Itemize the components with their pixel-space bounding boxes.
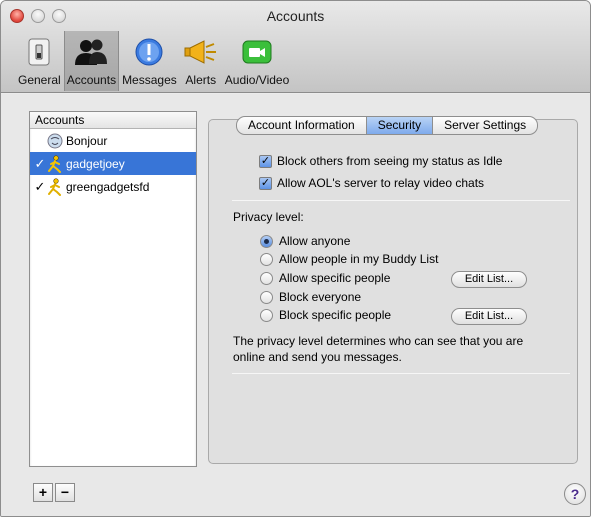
- account-name: Bonjour: [66, 133, 108, 148]
- block-idle-label: Block others from seeing my status as Id…: [277, 154, 503, 168]
- toolbar-general-label: General: [18, 73, 61, 87]
- privacy-note-line1: The privacy level determines who can see…: [233, 334, 524, 348]
- content-area: Accounts Bonjour ✓ gadgetjoey ✓ greengad…: [1, 94, 590, 516]
- account-row-gadgetjoey[interactable]: ✓ gadgetjoey: [30, 152, 196, 175]
- preferences-toolbar: General Accounts Messages Alerts Audio/V…: [15, 31, 292, 91]
- privacy-option-allow-specific[interactable]: Allow specific people: [260, 271, 390, 285]
- privacy-note-line2: online and send you messages.: [233, 350, 402, 364]
- radio-button[interactable]: [260, 271, 273, 285]
- titlebar: Accounts General Accounts Messages Alert…: [1, 1, 590, 93]
- privacy-option-block-everyone[interactable]: Block everyone: [260, 290, 361, 304]
- account-name: greengadgetsfd: [66, 179, 150, 194]
- accounts-list-header: Accounts: [30, 112, 196, 129]
- people-icon: [73, 35, 109, 69]
- toolbar-alerts-label: Alerts: [185, 73, 217, 87]
- edit-block-list-button[interactable]: Edit List...: [451, 308, 527, 325]
- toolbar-messages[interactable]: Messages: [119, 31, 180, 91]
- add-account-button[interactable]: +: [33, 483, 53, 502]
- account-row-greengadgetsfd[interactable]: ✓ greengadgetsfd: [30, 175, 196, 198]
- radio-button[interactable]: [260, 252, 273, 266]
- video-camera-icon: [239, 35, 275, 69]
- message-icon: [131, 35, 167, 69]
- privacy-option-label: Allow anyone: [279, 234, 351, 248]
- edit-allow-list-button[interactable]: Edit List...: [451, 271, 527, 288]
- accounts-window: Accounts General Accounts Messages Alert…: [0, 0, 591, 517]
- block-idle-checkbox[interactable]: ✓: [259, 154, 272, 168]
- toolbar-general[interactable]: General: [15, 31, 64, 91]
- toolbar-alerts[interactable]: Alerts: [180, 31, 222, 91]
- help-button[interactable]: ?: [564, 483, 586, 505]
- radio-button[interactable]: [260, 234, 273, 248]
- tab-server-settings[interactable]: Server Settings: [433, 116, 539, 135]
- relay-video-option[interactable]: ✓ Allow AOL's server to relay video chat…: [259, 176, 484, 190]
- account-name: gadgetjoey: [66, 156, 125, 171]
- account-add-remove: + −: [33, 483, 77, 502]
- toolbar-accounts-label: Accounts: [66, 73, 117, 87]
- toolbar-audio-video[interactable]: Audio/Video: [222, 31, 293, 91]
- switch-icon: [21, 35, 57, 69]
- divider: [232, 373, 570, 374]
- toolbar-messages-label: Messages: [122, 73, 177, 87]
- bonjour-icon: [46, 132, 64, 150]
- tab-account-information[interactable]: Account Information: [236, 116, 367, 135]
- privacy-option-label: Allow specific people: [279, 271, 391, 285]
- toolbar-audio-video-label: Audio/Video: [224, 73, 290, 87]
- tab-security[interactable]: Security: [366, 116, 434, 135]
- megaphone-icon: [183, 35, 219, 69]
- relay-video-checkbox[interactable]: ✓: [259, 176, 272, 190]
- toolbar-accounts[interactable]: Accounts: [63, 31, 120, 91]
- radio-button[interactable]: [260, 308, 273, 322]
- privacy-option-label: Block everyone: [279, 290, 362, 304]
- block-idle-option[interactable]: ✓ Block others from seeing my status as …: [259, 154, 502, 168]
- accounts-list[interactable]: Accounts Bonjour ✓ gadgetjoey ✓ greengad…: [29, 111, 197, 467]
- account-row-bonjour[interactable]: Bonjour: [30, 129, 196, 152]
- radio-button[interactable]: [260, 290, 273, 304]
- privacy-option-allow-anyone[interactable]: Allow anyone: [260, 234, 350, 248]
- aim-runner-icon: [46, 154, 64, 173]
- privacy-option-block-specific[interactable]: Block specific people: [260, 308, 391, 322]
- window-title: Accounts: [266, 8, 325, 24]
- divider: [232, 200, 570, 201]
- account-check[interactable]: ✓: [34, 156, 46, 172]
- aim-runner-icon: [46, 177, 64, 196]
- privacy-option-label: Allow people in my Buddy List: [279, 252, 439, 266]
- relay-video-label: Allow AOL's server to relay video chats: [277, 176, 485, 190]
- privacy-option-label: Block specific people: [279, 308, 392, 322]
- privacy-level-label: Privacy level:: [233, 210, 304, 224]
- settings-tabs: Account Information Security Server Sett…: [236, 116, 539, 135]
- privacy-option-allow-buddy-list[interactable]: Allow people in my Buddy List: [260, 252, 438, 266]
- remove-account-button[interactable]: −: [55, 483, 75, 502]
- account-check[interactable]: ✓: [34, 179, 46, 195]
